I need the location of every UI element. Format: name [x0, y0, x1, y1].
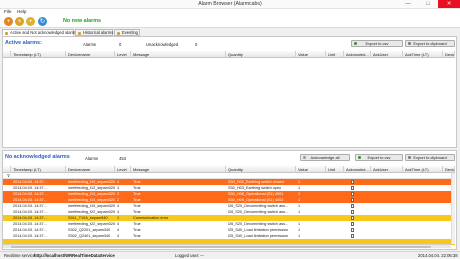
- header-row-selector: [3, 166, 11, 173]
- noack-export-csv-button[interactable]: Export to csv: [355, 154, 403, 161]
- logged-user-label: Logged user:: [175, 253, 200, 258]
- acknowledge-checkbox[interactable]: [351, 180, 355, 184]
- noack-alarms-count: 453: [119, 156, 126, 161]
- noack-alarms-header: Timestamp (LT) Devicename Level Message Quan…: [3, 166, 455, 173]
- tab-historical-alarms[interactable]: Historical alarms: [75, 29, 113, 36]
- column-header[interactable]: Acknowled...: [344, 166, 371, 173]
- column-header[interactable]: Level: [115, 166, 131, 173]
- column-header[interactable]: Devicename: [66, 166, 115, 173]
- acknowledge-all-button[interactable]: Acknowledge all: [300, 154, 350, 161]
- column-header[interactable]: Quantity: [226, 166, 296, 173]
- button-label: Export to csv: [367, 155, 391, 160]
- alarm-tab-icon: [4, 31, 8, 35]
- acknowledge-checkbox[interactable]: [351, 186, 355, 190]
- acknowledge-checkbox[interactable]: [351, 198, 355, 202]
- export-csv-button[interactable]: Export to csv: [351, 40, 403, 47]
- column-header[interactable]: Value: [296, 51, 326, 58]
- csv-icon: [354, 42, 357, 46]
- column-header[interactable]: AckUser: [371, 51, 403, 58]
- column-header[interactable]: Devic: [443, 51, 455, 58]
- refresh-icon[interactable]: ↻: [38, 16, 47, 26]
- acknowledge-checkbox[interactable]: [351, 234, 355, 238]
- button-label: Export to clipboard: [413, 155, 447, 160]
- button-label: Acknowledge all: [310, 155, 340, 160]
- close-button[interactable]: ✕: [438, 0, 460, 8]
- unacknowledged-label: Unacknowledged: [146, 42, 179, 47]
- bell-icon[interactable]: •: [26, 16, 35, 26]
- column-header[interactable]: Unit: [326, 51, 344, 58]
- acknowledge-checkbox[interactable]: [351, 222, 355, 226]
- button-label: Export to clipboard: [413, 41, 447, 46]
- acknowledge-checkbox[interactable]: [351, 216, 355, 220]
- acknowledge-checkbox[interactable]: [351, 228, 355, 232]
- tab-active-alarms[interactable]: Active and Not acknowledged alarms: [2, 29, 78, 36]
- horizontal-scrollbar[interactable]: [3, 244, 451, 248]
- acknowledge-checkbox[interactable]: [351, 204, 355, 208]
- tab-label: Eventlog: [122, 30, 138, 35]
- tab-label: Historical alarms: [83, 30, 114, 35]
- column-header[interactable]: Timestamp (LT): [11, 51, 66, 58]
- column-header[interactable]: AckTime (LT): [403, 51, 443, 58]
- vertical-scrollbar[interactable]: [451, 173, 455, 244]
- acknowledge-checkbox[interactable]: [351, 192, 355, 196]
- column-header[interactable]: Quantity: [226, 51, 296, 58]
- column-header[interactable]: AckUser: [371, 166, 403, 173]
- active-alarms-header: Timestamp (LT) Devicename Level Message Quan…: [3, 51, 455, 58]
- minimize-button[interactable]: —: [398, 0, 418, 8]
- column-header[interactable]: Timestamp (LT): [11, 166, 66, 173]
- acknowledge-checkbox[interactable]: [351, 210, 355, 214]
- maximize-button[interactable]: □: [418, 0, 438, 8]
- service-url: http://localhost/WRRealTimeDataService: [34, 253, 115, 258]
- bell-plus-icon[interactable]: +: [4, 16, 13, 26]
- window-title: Alarm Browser (Alarmcabs): [198, 1, 262, 7]
- column-header[interactable]: Message: [131, 51, 226, 58]
- noack-alarms-label: Alarms: [85, 156, 99, 161]
- service-label: Realtime service:: [4, 253, 37, 258]
- column-header[interactable]: Devicename: [66, 51, 115, 58]
- column-header[interactable]: Acknowled...: [344, 51, 371, 58]
- datetime: 2014.04.04. 22:06:38: [418, 253, 458, 258]
- active-alarms-count: 0: [119, 42, 122, 47]
- tab-eventlog[interactable]: Eventlog: [114, 29, 140, 36]
- column-header[interactable]: Unit: [326, 166, 344, 173]
- bell-off-icon[interactable]: ×: [15, 16, 24, 26]
- alarm-status-message: No new alarms: [63, 17, 102, 24]
- active-alarms-title: Active alarms:: [5, 40, 42, 46]
- active-alarms-grid[interactable]: [3, 58, 455, 147]
- csv-icon: [358, 156, 361, 160]
- clipboard-icon: [408, 42, 411, 46]
- column-header[interactable]: Value: [296, 166, 326, 173]
- header-row-selector: [3, 51, 11, 58]
- column-header[interactable]: Level: [115, 51, 131, 58]
- column-header[interactable]: Devic: [443, 166, 455, 173]
- history-tab-icon: [77, 31, 81, 35]
- active-alarms-label: Alarms: [83, 42, 97, 47]
- status-bar: Realtime service: http://localhost/WRRea…: [0, 251, 460, 259]
- no-ack-alarms-title: No acknowledged alarms: [5, 154, 70, 160]
- export-clipboard-button[interactable]: Export to clipboard: [405, 40, 455, 47]
- eventlog-tab-icon: [116, 31, 120, 35]
- acknowledge-icon: [303, 156, 306, 160]
- scroll-thumb[interactable]: [11, 245, 431, 248]
- unacknowledged-count: 0: [195, 42, 198, 47]
- column-header[interactable]: AckTime (LT): [403, 166, 443, 173]
- noack-export-clipboard-button[interactable]: Export to clipboard: [405, 154, 455, 161]
- clipboard-icon: [408, 156, 411, 160]
- logged-user-value: ---: [200, 253, 205, 258]
- button-label: Export to csv: [365, 41, 389, 46]
- tab-label: Active and Not acknowledged alarms: [10, 30, 78, 35]
- column-header[interactable]: Message: [131, 166, 226, 173]
